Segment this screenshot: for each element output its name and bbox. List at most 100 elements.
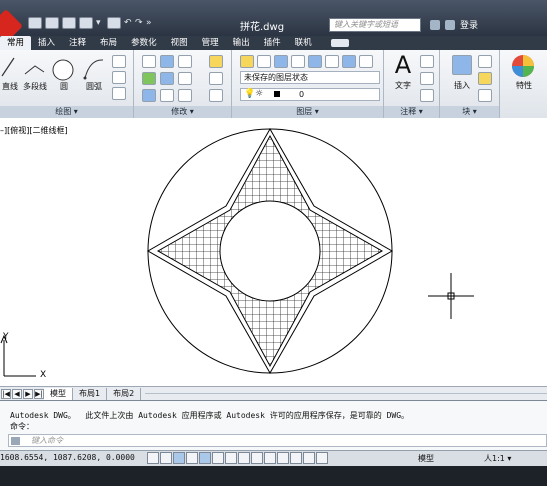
- layer-state-icon[interactable]: [257, 55, 271, 68]
- ribbon-options-icon[interactable]: [330, 39, 349, 47]
- grid-display-icon[interactable]: [160, 452, 172, 464]
- drawing-canvas[interactable]: –][俯视][二维线框] Y X: [0, 118, 547, 386]
- 3d-osnap-icon[interactable]: [212, 452, 224, 464]
- erase-icon[interactable]: [209, 55, 223, 68]
- ellipse-icon[interactable]: [112, 71, 126, 84]
- ucs-x-label: X: [40, 370, 46, 380]
- properties-tool-label[interactable]: 特性: [505, 81, 543, 90]
- tab-insert[interactable]: 插入: [31, 36, 62, 50]
- first-tab-icon[interactable]: |◀: [1, 388, 11, 399]
- insert-tool-label[interactable]: 插入: [449, 81, 475, 90]
- dynamic-input-icon[interactable]: [251, 452, 263, 464]
- properties-panel: 特性: [500, 50, 547, 118]
- ortho-mode-icon[interactable]: [173, 452, 185, 464]
- text-tool-label[interactable]: 文字: [389, 81, 417, 90]
- tab-layout1[interactable]: 布局1: [73, 387, 108, 400]
- block-attribute-icon[interactable]: [478, 89, 492, 102]
- arc-tool-label[interactable]: 圆弧: [82, 82, 106, 91]
- trim-icon[interactable]: [178, 55, 192, 68]
- properties-icon[interactable]: [511, 54, 535, 78]
- layout-tabs: |◀ ◀ ▶ ▶| 模型 布局1 布局2: [0, 386, 547, 400]
- polar-tracking-icon[interactable]: [186, 452, 198, 464]
- table-icon[interactable]: [420, 89, 434, 102]
- coordinate-readout: 1608.6554, 1087.6208, 0.0000: [0, 453, 135, 462]
- ucs-toggle-icon[interactable]: [238, 452, 250, 464]
- quick-properties-icon[interactable]: [290, 452, 302, 464]
- layer-lock-icon[interactable]: [308, 55, 322, 68]
- leader-icon[interactable]: [420, 72, 434, 85]
- search-input[interactable]: 键入关键字或短语: [329, 18, 421, 32]
- copy-icon[interactable]: [142, 72, 156, 85]
- more-icon[interactable]: »: [146, 17, 154, 29]
- explode-icon[interactable]: [209, 72, 223, 85]
- polyline-tool-label[interactable]: 多段线: [20, 82, 50, 91]
- viewport-controls[interactable]: –][俯视][二维线框]: [0, 125, 68, 136]
- hatch-icon[interactable]: [112, 87, 126, 100]
- tab-layout[interactable]: 布局: [93, 36, 124, 50]
- layer-off-icon[interactable]: [291, 55, 305, 68]
- command-input[interactable]: 键入命令: [8, 434, 547, 447]
- object-snap-tracking-icon[interactable]: [225, 452, 237, 464]
- create-block-icon[interactable]: [478, 55, 492, 68]
- search-icon[interactable]: [430, 19, 440, 30]
- user-icon: [445, 19, 455, 30]
- stretch-icon[interactable]: [142, 89, 156, 102]
- tab-annotate[interactable]: 注释: [62, 36, 93, 50]
- layer-merge-icon[interactable]: [359, 55, 373, 68]
- undo-icon[interactable]: ↶: [124, 17, 132, 29]
- command-recent-icon[interactable]: [11, 437, 20, 445]
- edit-block-icon[interactable]: [478, 72, 492, 85]
- model-space-button[interactable]: 模型: [418, 453, 434, 464]
- tab-manage[interactable]: 管理: [195, 36, 226, 50]
- transparency-icon[interactable]: [277, 452, 289, 464]
- crosshair-cursor: [428, 273, 474, 319]
- print-icon[interactable]: [107, 17, 121, 29]
- tab-model[interactable]: 模型: [44, 387, 73, 400]
- save-icon[interactable]: [62, 17, 76, 29]
- last-tab-icon[interactable]: ▶|: [34, 388, 44, 399]
- tab-output[interactable]: 输出: [226, 36, 257, 50]
- tab-parametric[interactable]: 参数化: [124, 36, 164, 50]
- layer-properties-icon[interactable]: [240, 55, 254, 68]
- object-snap-icon[interactable]: [199, 452, 211, 464]
- tab-layout2[interactable]: 布局2: [107, 387, 142, 400]
- block-panel: 插入 块 ▾: [440, 50, 500, 118]
- fillet-icon[interactable]: [178, 72, 192, 85]
- prev-tab-icon[interactable]: ◀: [12, 388, 22, 399]
- offset-icon[interactable]: [209, 89, 223, 102]
- circle-tool-label[interactable]: 圆: [56, 82, 72, 91]
- new-file-icon[interactable]: [28, 17, 42, 29]
- draw-panel: 直线 多段线 圆 圆弧 绘图 ▾: [0, 50, 134, 118]
- dropdown-icon[interactable]: ▾: [96, 17, 104, 29]
- modify-panel: 修改 ▾: [134, 50, 232, 118]
- rotate-icon[interactable]: [160, 55, 174, 68]
- text-icon[interactable]: A: [390, 52, 416, 78]
- layer-match-icon[interactable]: [325, 55, 339, 68]
- next-tab-icon[interactable]: ▶: [23, 388, 33, 399]
- snap-mode-icon[interactable]: [147, 452, 159, 464]
- layer-state-select[interactable]: 未保存的图层状态: [240, 71, 380, 84]
- save-as-icon[interactable]: [79, 17, 93, 29]
- line-tool-label[interactable]: 直线: [0, 82, 20, 91]
- tab-plugins[interactable]: 插件: [257, 36, 288, 50]
- move-icon[interactable]: [142, 55, 156, 68]
- array-icon[interactable]: [178, 89, 192, 102]
- autocad-window: ▾ ↶ ↷ » 拼花.dwg 键入关键字或短语 登录 常用 插入 注释 布局 参…: [0, 0, 547, 486]
- open-file-icon[interactable]: [45, 17, 59, 29]
- layer-walk-icon[interactable]: [342, 55, 356, 68]
- redo-icon[interactable]: ↷: [135, 17, 143, 29]
- mirror-icon[interactable]: [160, 72, 174, 85]
- insert-block-icon[interactable]: [452, 55, 472, 75]
- tab-online[interactable]: 联机: [288, 36, 319, 50]
- annotation-monitor-icon[interactable]: [316, 452, 328, 464]
- tab-view[interactable]: 视图: [164, 36, 195, 50]
- layer-isolate-icon[interactable]: [274, 55, 288, 68]
- annotation-scale[interactable]: 人1:1 ▾: [484, 453, 511, 464]
- selection-cycling-icon[interactable]: [303, 452, 315, 464]
- tab-home[interactable]: 常用: [0, 36, 32, 50]
- rectangle-icon[interactable]: [112, 55, 126, 68]
- dimension-icon[interactable]: [420, 55, 434, 68]
- scale-icon[interactable]: [160, 89, 174, 102]
- login-button[interactable]: 登录: [460, 18, 478, 31]
- lineweight-icon[interactable]: [264, 452, 276, 464]
